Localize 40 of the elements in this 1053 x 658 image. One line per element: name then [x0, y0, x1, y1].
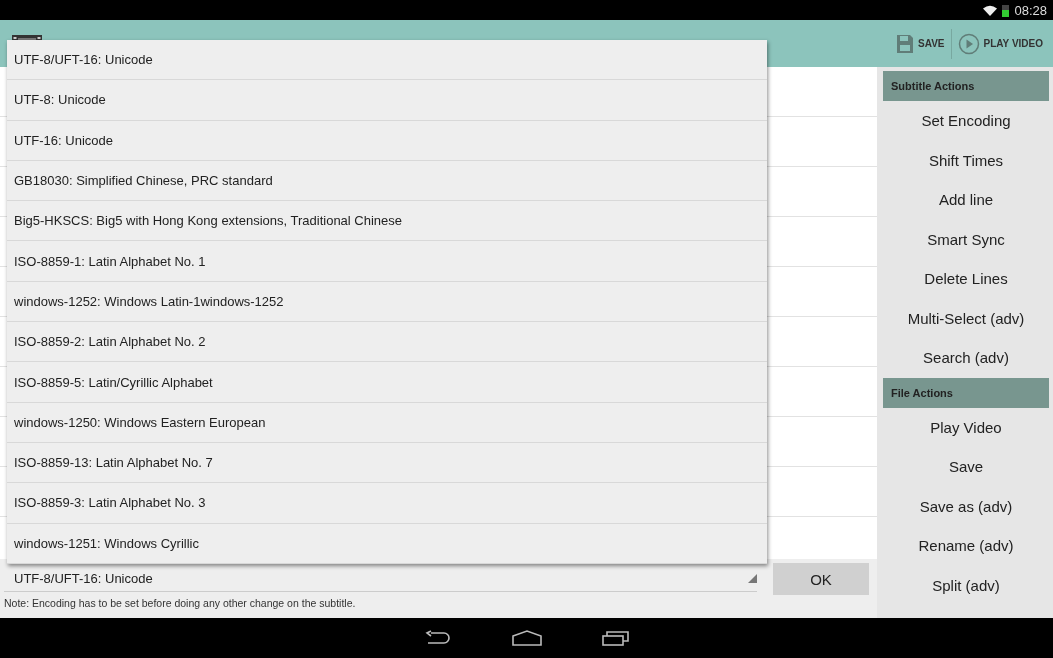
play-circle-icon [957, 32, 980, 55]
dropdown-option[interactable]: ISO-8859-2: Latin Alphabet No. 2 [7, 322, 767, 363]
sidebar-item[interactable]: Shift Times [883, 140, 1049, 180]
dropdown-option[interactable]: ISO-8859-13: Latin Alphabet No. 7 [7, 442, 767, 484]
sidebar-item[interactable]: Multi-Select (adv) [883, 298, 1049, 338]
dropdown-option[interactable]: windows-1251: Windows Cyrillic [7, 523, 767, 564]
sidebar-item[interactable]: Save [883, 447, 1049, 487]
dropdown-option[interactable]: windows-1250: Windows Eastern European [7, 402, 767, 443]
dropdown-option[interactable]: windows-1252: Windows Latin-1windows-1252 [7, 281, 767, 323]
action-bar-button[interactable]: PLAY VIDEO [950, 28, 1049, 59]
back-icon[interactable] [423, 630, 452, 646]
section-header: Subtitle Actions [883, 71, 1049, 101]
ok-button[interactable]: OK [773, 563, 869, 595]
dropdown-option[interactable]: ISO-8859-3: Latin Alphabet No. 3 [7, 483, 767, 524]
dropdown-option[interactable]: UTF-16: Unicode [7, 120, 767, 161]
battery-icon [1002, 3, 1010, 17]
sidebar-item[interactable]: Set Encoding [883, 101, 1049, 141]
sidebar-item[interactable]: Play Video [883, 407, 1049, 447]
clock-time: 08:28 [1014, 2, 1047, 18]
sidebar-item[interactable]: Add line [883, 180, 1049, 220]
section-header: File Actions [883, 377, 1049, 408]
dropdown-option[interactable]: UTF-8/UFT-16: Unicode [7, 40, 767, 81]
dropdown-option[interactable]: GB18030: Simplified Chinese, PRC standard [7, 160, 767, 202]
sidebar-item[interactable]: Delete Lines [883, 259, 1049, 299]
action-bar-button[interactable]: SAVE [890, 28, 951, 59]
sidebar-item[interactable]: Rename (adv) [883, 526, 1049, 566]
wifi-icon [983, 4, 998, 16]
dropdown-option[interactable]: ISO-8859-1: Latin Alphabet No. 1 [7, 241, 767, 282]
sidebar-item[interactable]: Search (adv) [883, 338, 1049, 378]
dropdown-option[interactable]: Big5-HKSCS: Big5 with Hong Kong extensions, Traditional Chinese [7, 201, 767, 242]
home-icon[interactable] [511, 630, 542, 646]
dropdown-option[interactable]: UTF-8: Unicode [7, 80, 767, 121]
note-text: Note: Encoding has to be set before doing any other change on the subtitle. [4, 597, 357, 609]
dropdown-option[interactable]: ISO-8859-5: Latin/Cyrillic Alphabet [7, 362, 767, 403]
dropdown-corner-icon [748, 574, 757, 583]
sidebar-item[interactable]: Smart Sync [883, 219, 1049, 259]
sidebar-item[interactable]: Split (adv) [883, 565, 1049, 605]
encoding-spinner[interactable]: UTF-8/UFT-16: Unicode [4, 566, 757, 592]
sidebar-item[interactable]: Save as (adv) [883, 486, 1049, 526]
recent-apps-icon[interactable] [601, 630, 630, 646]
